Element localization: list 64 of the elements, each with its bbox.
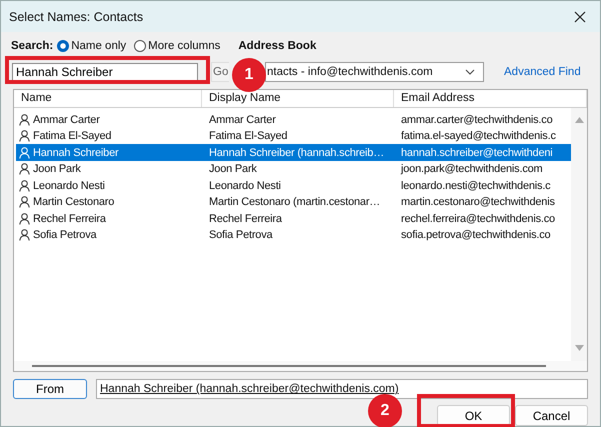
table-cell-text: sofia.petrova@techwithdenis.co — [400, 229, 552, 242]
go-button[interactable]: Go — [211, 62, 229, 82]
contact-row[interactable]: Ammar Carter Ammar Carter ammar.carter@techwithdenis.co — [16, 111, 571, 128]
contact-row[interactable]: Rechel Ferreira Rechel Ferreira rechel.ferreira@techwithdenis.co — [16, 210, 571, 227]
address-book-dropdown[interactable]: ntacts - info@techwithdenis.com — [265, 62, 484, 82]
horizontal-scrollbar-thumb[interactable] — [32, 365, 546, 368]
table-cell: Martin Cestonaro — [33, 196, 114, 208]
dialog-button[interactable]: OK — [437, 405, 510, 426]
search-label: Search: — [11, 40, 54, 52]
table-cell-text: martin.cestonaro@techwithdenis — [400, 196, 556, 208]
scroll-down-arrow-icon — [574, 345, 584, 352]
column-header[interactable]: Email Address — [394, 90, 587, 108]
contact-row[interactable]: Sofia Petrova Sofia Petrova sofia.petrova@techwithdenis.co — [16, 226, 571, 244]
person-icon — [19, 146, 30, 159]
table-cell-text: Martin Cestonaro (martin.cestonar… — [208, 196, 382, 208]
search-field[interactable]: Hannah Schreiber — [12, 62, 198, 81]
search-option[interactable]: More columns — [134, 40, 220, 52]
radio-button[interactable] — [57, 40, 70, 52]
address-book-label: Address Book — [238, 40, 316, 52]
person-icon — [19, 130, 30, 142]
person-icon — [19, 196, 30, 208]
table-cell-text: leonardo.nesti@techwithdenis.c — [400, 180, 552, 192]
table-cell-text: Fatima El-Sayed — [208, 130, 288, 142]
table-cell-text: ammar.carter@techwithdenis.co — [400, 114, 554, 126]
person-icon — [19, 212, 30, 225]
table-cell-text: fatima.el-sayed@techwithdenis.c — [400, 130, 557, 142]
step-badge: 1 — [232, 58, 266, 92]
recipient-field[interactable]: Hannah Schreiber (hannah.schreiber@techwithdenis.com) — [96, 379, 588, 400]
table-cell-text: Sofia Petrova — [208, 229, 274, 242]
table-cell: Sofia Petrova — [33, 229, 96, 242]
person-icon — [19, 163, 30, 176]
advanced-find-link[interactable]: Advanced Find — [504, 66, 581, 78]
scroll-up-arrow-icon — [574, 117, 584, 124]
table-cell: Hannah Schreiber — [33, 146, 118, 159]
chevron-down-icon — [465, 68, 475, 75]
person-icon — [19, 180, 30, 192]
table-cell: Leonardo Nesti — [33, 180, 105, 192]
table-cell-text: hannah.schreiber@techwithdeni — [400, 146, 554, 159]
person-icon — [19, 229, 30, 242]
table-cell: Ammar Carter — [33, 114, 100, 126]
search-option[interactable]: Name only — [57, 40, 126, 52]
contact-row[interactable]: Joon Park Joon Park joon.park@techwithdenis.com — [16, 160, 571, 178]
table-cell: Fatima El-Sayed — [33, 130, 112, 142]
person-icon — [19, 114, 30, 126]
radio-button[interactable] — [134, 40, 146, 52]
contact-row[interactable]: Hannah Schreiber Hannah Schreiber (hannah.schreib… hannah.schreiber@techwithdeni — [16, 144, 571, 161]
table-cell: Rechel Ferreira — [33, 212, 106, 225]
table-cell-text: Joon Park — [208, 163, 258, 176]
contact-row[interactable]: Fatima El-Sayed Fatima El-Sayed fatima.el-sayed@techwithdenis.c — [16, 128, 571, 144]
window-title: Select Names: Contacts — [9, 10, 144, 24]
close-icon — [574, 10, 586, 22]
contact-row[interactable]: Leonardo Nesti Leonardo Nesti leonardo.nesti@techwithdenis.c — [16, 177, 571, 194]
dialog-button[interactable]: Cancel — [515, 405, 588, 426]
table-cell-text: Leonardo Nesti — [208, 180, 282, 192]
table-cell: Joon Park — [33, 163, 81, 176]
table-cell-text: Hannah Schreiber (hannah.schreib… — [208, 146, 386, 159]
contact-row[interactable]: Martin Cestonaro Martin Cestonaro (martin.cestonar… martin.cestonaro@techwithdenis — [16, 194, 571, 210]
step-badge: 2 — [368, 394, 402, 427]
table-cell-text: Ammar Carter — [208, 114, 277, 126]
table-cell-text: rechel.ferreira@techwithdenis.co — [400, 212, 556, 225]
column-header[interactable]: Name — [14, 90, 202, 108]
from-button[interactable]: From — [13, 379, 87, 400]
table-cell-text: joon.park@techwithdenis.com — [400, 163, 544, 176]
table-cell-text: Rechel Ferreira — [208, 212, 283, 225]
